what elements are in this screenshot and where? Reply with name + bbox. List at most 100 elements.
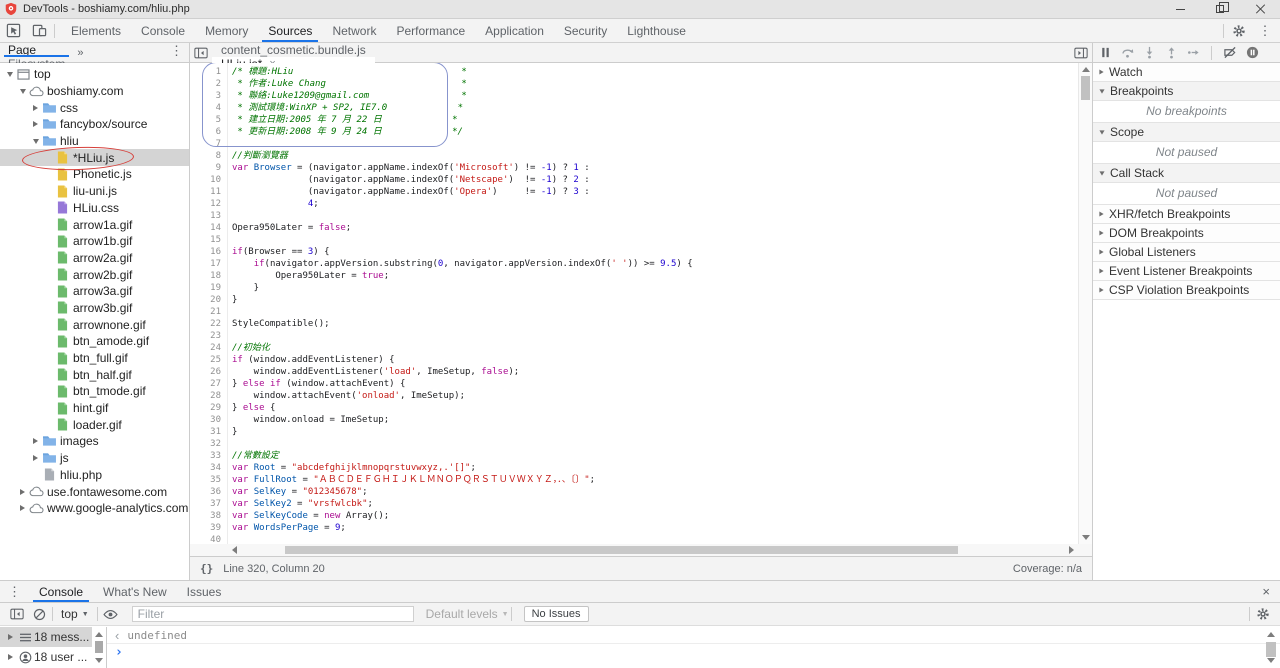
scroll-left-icon[interactable] [232, 546, 237, 554]
tree-item-btn-half-gif[interactable]: btn_half.gif [0, 366, 189, 383]
more-tabs-icon[interactable]: » [73, 43, 87, 62]
tree-item-arrow1b-gif[interactable]: arrow1b.gif [0, 233, 189, 250]
section-event-listener-breakpoints[interactable]: Event Listener Breakpoints [1093, 262, 1280, 281]
section-xhr-fetch-breakpoints[interactable]: XHR/fetch Breakpoints [1093, 205, 1280, 224]
expander-icon[interactable] [30, 105, 41, 111]
navigator-tab-page[interactable]: Page [0, 43, 73, 57]
tree-item-js[interactable]: js [0, 450, 189, 467]
scroll-down-icon[interactable] [1082, 535, 1090, 540]
tree-item-hliu-js[interactable]: *HLiu.js [0, 149, 189, 166]
scrollbar-thumb[interactable] [95, 641, 103, 653]
live-expression-eye-icon[interactable] [100, 609, 122, 620]
step-button[interactable] [1187, 46, 1200, 59]
pretty-print-icon[interactable]: {} [200, 562, 213, 575]
tree-item-hliu-php[interactable]: hliu.php [0, 467, 189, 484]
tree-item-images[interactable]: images [0, 433, 189, 450]
scroll-right-icon[interactable] [1069, 546, 1074, 554]
minimize-button[interactable] [1160, 0, 1200, 18]
tree-item-arrow2a-gif[interactable]: arrow2a.gif [0, 250, 189, 267]
scroll-up-icon[interactable] [1267, 632, 1275, 637]
close-button[interactable] [1240, 0, 1280, 18]
navigator-more-icon[interactable]: ⋮ [170, 43, 183, 62]
close-drawer-icon[interactable]: × [1252, 581, 1280, 602]
javascript-context-select[interactable]: top ▼ [55, 607, 95, 621]
more-options-icon[interactable]: ⋮ [1252, 19, 1278, 42]
tree-item-liu-uni-js[interactable]: liu-uni.js [0, 183, 189, 200]
tree-item-btn-amode-gif[interactable]: btn_amode.gif [0, 333, 189, 350]
tab-sources[interactable]: Sources [258, 19, 322, 42]
maximize-button[interactable] [1200, 0, 1240, 18]
tree-item-hliu[interactable]: hliu [0, 133, 189, 150]
console-sidebar-scrollbar[interactable] [93, 627, 105, 668]
drawer-tab-what-s-new[interactable]: What's New [93, 581, 177, 602]
console-messages[interactable]: ‹ undefined › [107, 627, 1280, 668]
tree-item-top[interactable]: top [0, 66, 189, 83]
log-levels-select[interactable]: Default levels ▼ [426, 607, 509, 621]
section-scope[interactable]: Scope [1093, 123, 1280, 142]
scroll-down-icon[interactable] [95, 658, 103, 663]
tree-item-use-fontawesome-com[interactable]: use.fontawesome.com [0, 483, 189, 500]
tree-item-arrownone-gif[interactable]: arrownone.gif [0, 316, 189, 333]
console-prompt[interactable]: › [107, 644, 1280, 661]
tree-item-arrow2b-gif[interactable]: arrow2b.gif [0, 266, 189, 283]
scrollbar-thumb[interactable] [285, 546, 958, 554]
device-toolbar-icon[interactable] [26, 19, 52, 42]
step-out-button[interactable] [1165, 46, 1178, 59]
tree-item-arrow1a-gif[interactable]: arrow1a.gif [0, 216, 189, 233]
console-settings-gear-icon[interactable] [1252, 607, 1274, 621]
console-scrollbar[interactable] [1265, 627, 1278, 668]
tab-performance[interactable]: Performance [386, 19, 475, 42]
section-watch[interactable]: Watch [1093, 63, 1280, 82]
tree-item-btn-tmode-gif[interactable]: btn_tmode.gif [0, 383, 189, 400]
scroll-up-icon[interactable] [95, 632, 103, 637]
tree-item-hint-gif[interactable]: hint.gif [0, 400, 189, 417]
code-area[interactable]: 1234567891011121314151617181920212223242… [190, 63, 1092, 544]
section-global-listeners[interactable]: Global Listeners [1093, 243, 1280, 262]
drawer-tab-console[interactable]: Console [29, 581, 93, 602]
section-dom-breakpoints[interactable]: DOM Breakpoints [1093, 224, 1280, 243]
scroll-up-icon[interactable] [1082, 67, 1090, 72]
pause-on-exceptions-button[interactable] [1246, 46, 1259, 59]
settings-gear-icon[interactable] [1226, 19, 1252, 42]
step-into-button[interactable] [1143, 46, 1156, 59]
editor-vertical-scrollbar[interactable] [1078, 63, 1092, 544]
editor-tab-content-cosmetic-bundle-js[interactable]: content_cosmetic.bundle.js [212, 43, 375, 57]
tab-network[interactable]: Network [322, 19, 386, 42]
console-sidebar-item-18-user[interactable]: 18 user ... [0, 647, 92, 667]
tree-item-arrow3b-gif[interactable]: arrow3b.gif [0, 300, 189, 317]
tab-application[interactable]: Application [475, 19, 554, 42]
tree-item-boshiamy-com[interactable]: boshiamy.com [0, 83, 189, 100]
tree-item-hliu-css[interactable]: HLiu.css [0, 200, 189, 217]
tab-console[interactable]: Console [131, 19, 195, 42]
section-csp-violation-breakpoints[interactable]: CSP Violation Breakpoints [1093, 281, 1280, 300]
scrollbar-thumb[interactable] [1266, 642, 1276, 657]
expander-icon[interactable] [4, 634, 16, 640]
expander-icon[interactable] [17, 489, 28, 495]
tree-item-arrow3a-gif[interactable]: arrow3a.gif [0, 283, 189, 300]
console-filter-input[interactable] [132, 606, 414, 622]
section-call-stack[interactable]: Call Stack [1093, 164, 1280, 183]
tree-item-btn-full-gif[interactable]: btn_full.gif [0, 350, 189, 367]
show-debugger-sidebar-icon[interactable] [1070, 43, 1092, 62]
tree-item-css[interactable]: css [0, 99, 189, 116]
expander-icon[interactable] [4, 72, 15, 77]
editor-horizontal-scrollbar[interactable] [190, 544, 1092, 556]
drawer-tab-issues[interactable]: Issues [177, 581, 232, 602]
console-sidebar-toggle-icon[interactable] [6, 608, 28, 620]
expander-icon[interactable] [17, 89, 28, 94]
expander-icon[interactable] [30, 438, 41, 444]
step-over-button[interactable] [1121, 46, 1134, 59]
expander-icon[interactable] [30, 139, 41, 144]
expander-icon[interactable] [30, 121, 41, 127]
tab-memory[interactable]: Memory [195, 19, 258, 42]
scroll-down-icon[interactable] [1267, 658, 1275, 663]
tab-lighthouse[interactable]: Lighthouse [617, 19, 696, 42]
tree-item-fancybox-source[interactable]: fancybox/source [0, 116, 189, 133]
clear-console-icon[interactable] [28, 608, 50, 621]
expander-icon[interactable] [17, 505, 28, 511]
scrollbar-thumb[interactable] [1081, 76, 1090, 100]
tree-item-phonetic-js[interactable]: Phonetic.js [0, 166, 189, 183]
tree-item-loader-gif[interactable]: loader.gif [0, 416, 189, 433]
drawer-menu-icon[interactable]: ⋮ [0, 581, 29, 602]
tab-security[interactable]: Security [554, 19, 617, 42]
